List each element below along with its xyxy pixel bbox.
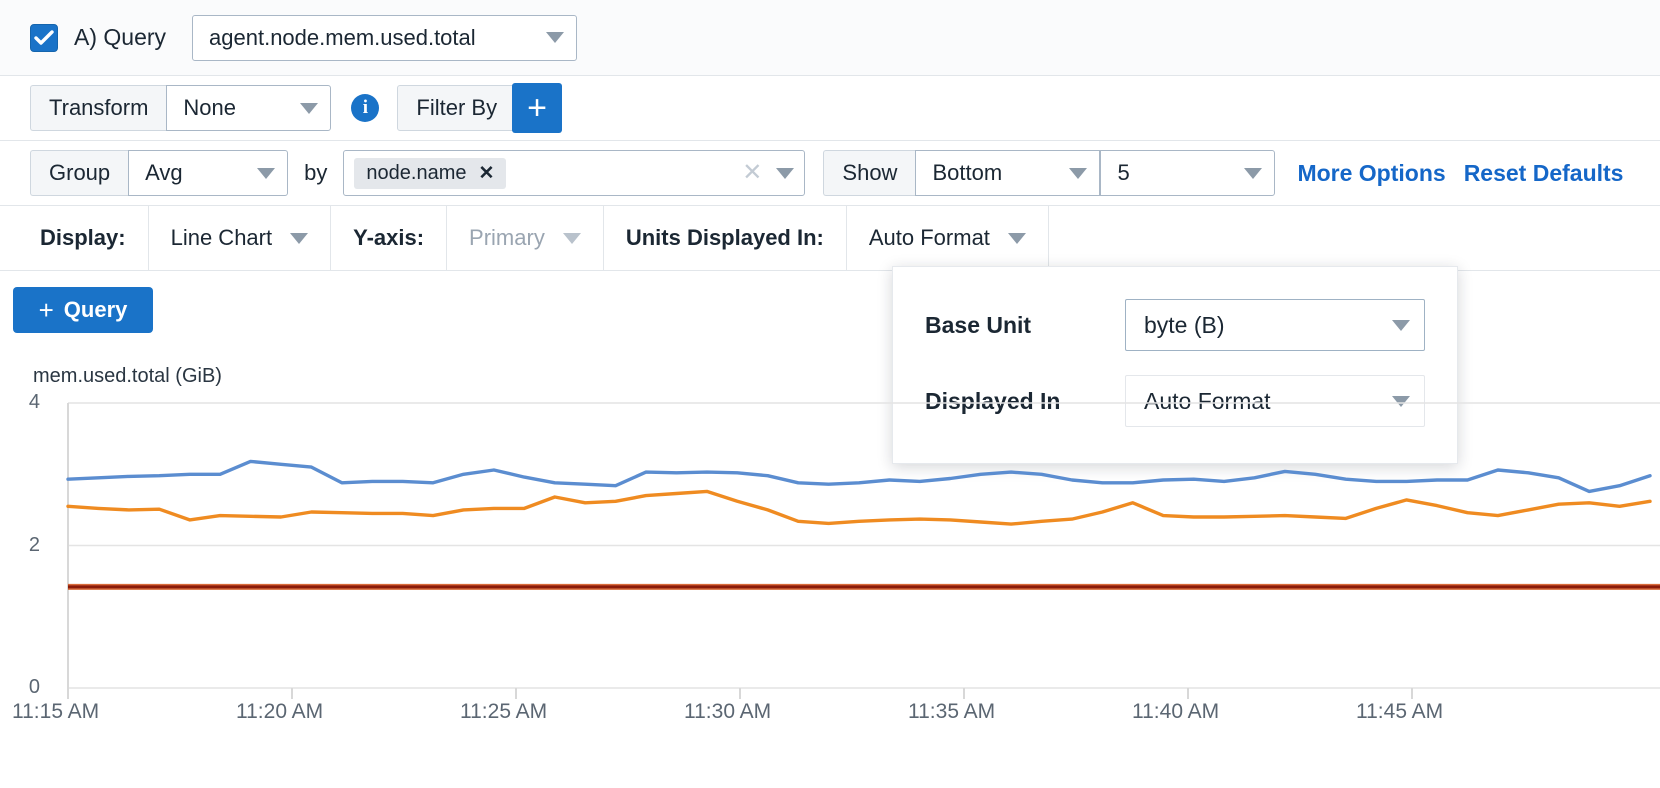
check-icon — [34, 30, 54, 46]
base-unit-select[interactable]: byte (B) — [1125, 299, 1425, 351]
chevron-down-icon — [290, 233, 308, 244]
by-label: by — [304, 160, 327, 186]
group-label: Group — [30, 150, 128, 196]
group-control: Group Avg — [30, 150, 288, 196]
yaxis-label: Y-axis: — [331, 206, 447, 270]
close-icon[interactable]: ✕ — [478, 162, 494, 185]
show-direction-value: Bottom — [932, 160, 1020, 186]
display-type-value: Line Chart — [171, 225, 273, 251]
add-query-button[interactable]: + Query — [13, 287, 153, 333]
x-axis-tick-label: 11:35 AM — [908, 700, 995, 724]
add-query-label: Query — [64, 297, 128, 323]
chevron-down-icon — [257, 168, 275, 179]
query-enable-checkbox[interactable] — [30, 24, 58, 52]
base-unit-row: Base Unit byte (B) — [925, 299, 1425, 351]
x-axis-tick-label: 11:15 AM — [12, 700, 99, 724]
aggregation-select[interactable]: Avg — [128, 150, 288, 196]
reset-defaults-link[interactable]: Reset Defaults — [1464, 160, 1624, 187]
chart-container: mem.used.total (GiB) 02411:15 AM11:20 AM… — [0, 355, 1660, 788]
transform-select[interactable]: None — [166, 85, 331, 131]
chevron-down-icon — [563, 233, 581, 244]
display-label: Display: — [0, 206, 149, 270]
y-axis-tick-label: 4 — [0, 391, 40, 414]
chevron-down-icon — [546, 32, 564, 43]
metric-select[interactable]: agent.node.mem.used.total — [192, 15, 577, 61]
token-input-actions: ✕ — [742, 161, 794, 185]
display-row: Display: Line Chart Y-axis: Primary Unit… — [0, 206, 1660, 271]
transform-control: Transform None — [30, 85, 331, 131]
chevron-down-icon — [300, 103, 318, 114]
clear-icon[interactable]: ✕ — [742, 161, 762, 185]
show-count-value: 5 — [1117, 160, 1147, 186]
base-unit-label: Base Unit — [925, 312, 1125, 339]
aggregation-select-value: Avg — [145, 160, 201, 186]
x-axis-tick-label: 11:30 AM — [684, 700, 771, 724]
filter-by-label: Filter By — [397, 85, 516, 131]
yaxis-value: Primary — [469, 225, 545, 251]
x-axis-tick-label: 11:45 AM — [1356, 700, 1443, 724]
display-row-filler — [1049, 206, 1660, 270]
transform-row: Transform None i Filter By + — [0, 76, 1660, 141]
show-label: Show — [823, 150, 915, 196]
add-filter-button[interactable]: + — [512, 83, 562, 133]
group-by-token[interactable]: node.name ✕ — [354, 158, 506, 189]
units-displayed-in-select[interactable]: Auto Format — [847, 206, 1049, 270]
base-unit-value: byte (B) — [1144, 312, 1225, 339]
chevron-down-icon[interactable] — [776, 168, 794, 179]
units-displayed-in-value: Auto Format — [869, 225, 990, 251]
group-row: Group Avg by node.name ✕ ✕ Show Bottom — [0, 141, 1660, 206]
show-control: Show Bottom 5 — [823, 150, 1275, 196]
x-axis-tick-label: 11:20 AM — [236, 700, 323, 724]
query-builder-panel: A) Query agent.node.mem.used.total Trans… — [0, 0, 1660, 271]
query-label: A) Query — [74, 24, 166, 51]
plus-icon: + — [39, 295, 54, 326]
units-displayed-in-label: Units Displayed In: — [604, 206, 847, 270]
y-axis-tick-label: 2 — [0, 534, 40, 557]
x-axis-tick-label: 11:40 AM — [1132, 700, 1219, 724]
display-type-select[interactable]: Line Chart — [149, 206, 332, 270]
query-header-row: A) Query agent.node.mem.used.total — [0, 0, 1660, 76]
transform-label: Transform — [30, 85, 166, 131]
transform-select-value: None — [183, 95, 254, 121]
group-by-token-input[interactable]: node.name ✕ ✕ — [343, 150, 805, 196]
show-direction-select[interactable]: Bottom — [915, 150, 1100, 196]
metric-select-value: agent.node.mem.used.total — [209, 25, 494, 51]
more-options-link[interactable]: More Options — [1297, 160, 1445, 187]
y-axis-tick-label: 0 — [0, 676, 40, 699]
group-by-token-label: node.name — [366, 162, 466, 185]
chevron-down-icon — [1069, 168, 1087, 179]
chevron-down-icon — [1008, 233, 1026, 244]
x-axis-tick-label: 11:25 AM — [460, 700, 547, 724]
info-icon[interactable]: i — [351, 94, 379, 122]
yaxis-select[interactable]: Primary — [447, 206, 604, 270]
chevron-down-icon — [1244, 168, 1262, 179]
chevron-down-icon — [1392, 320, 1410, 331]
show-count-select[interactable]: 5 — [1100, 150, 1275, 196]
